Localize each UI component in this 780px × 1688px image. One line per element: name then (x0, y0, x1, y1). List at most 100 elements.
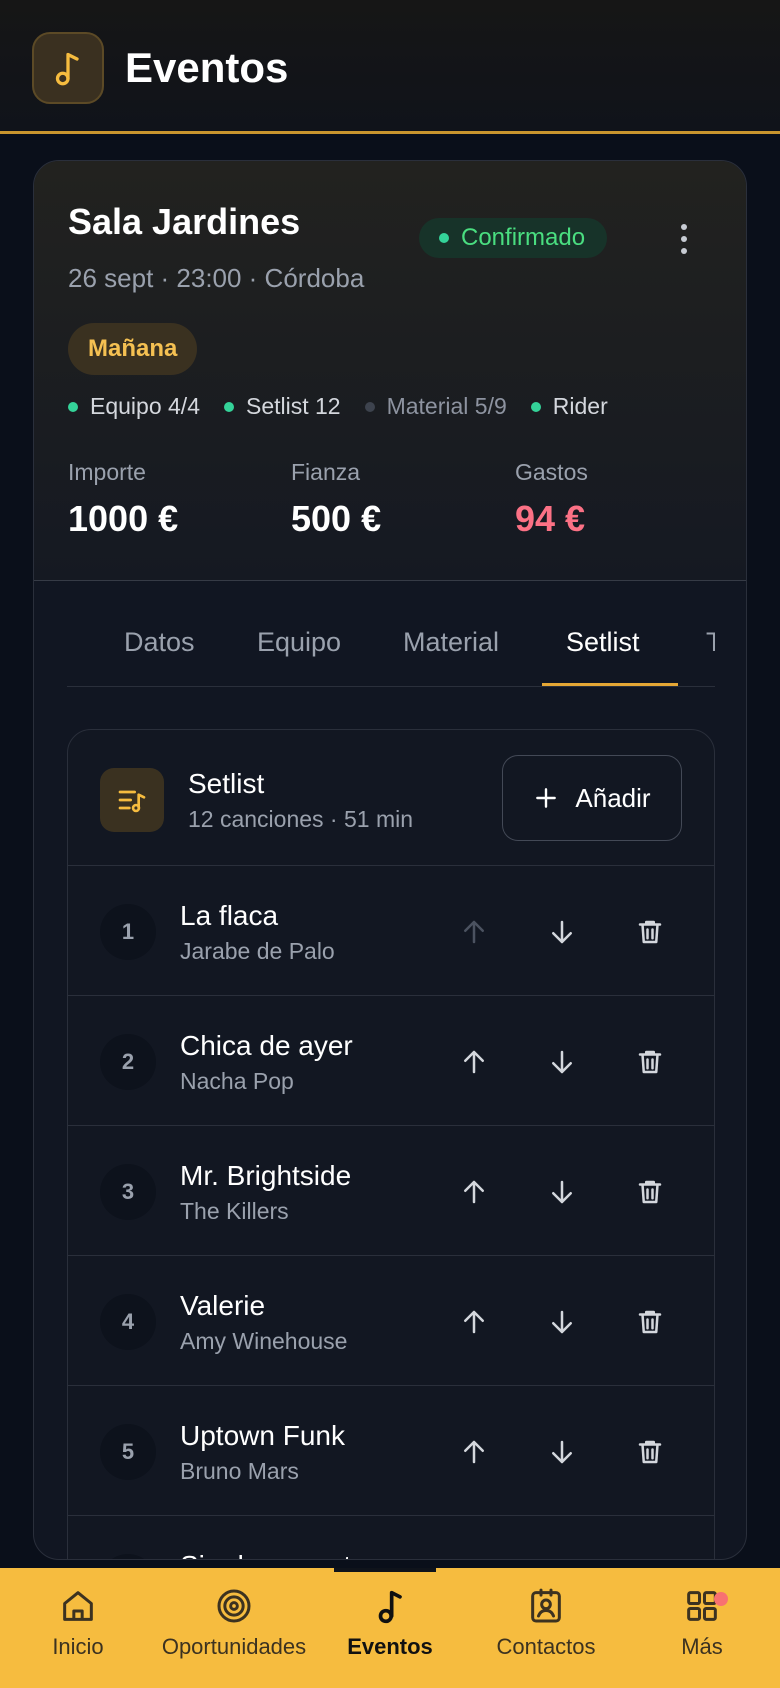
move-up-icon[interactable] (450, 908, 498, 956)
stat-label: Fianza (291, 459, 361, 485)
song-title: Sin document (180, 1550, 351, 1559)
tab-equipo[interactable]: Equipo (257, 627, 341, 658)
playlist-icon (100, 768, 164, 832)
plus-icon (536, 788, 557, 808)
app-header: Eventos (0, 0, 780, 134)
tab-tecnico[interactable]: Téc (706, 627, 715, 658)
nav-item-inicio[interactable]: Inicio (0, 1586, 156, 1676)
stat-label: Gastos (515, 459, 588, 485)
setlist-card: Setlist 12 canciones · 51 min Añadir 1 La… (67, 729, 715, 1559)
stat-value: 94 € (515, 498, 586, 539)
move-down-icon[interactable] (538, 1558, 586, 1559)
trash-icon[interactable] (626, 1558, 674, 1559)
song-title: Mr. Brightside (180, 1160, 352, 1191)
song-number: 1 (100, 904, 156, 960)
move-down-icon[interactable] (538, 1428, 586, 1476)
song-number: 3 (100, 1164, 156, 1220)
progress-label: Setlist 12 (245, 393, 341, 419)
stat-value: 1000 € (68, 498, 179, 539)
event-meta: 26 sept · 23:00 · Córdoba (68, 263, 365, 293)
page-title: Eventos (125, 44, 289, 91)
song-number: 6 (100, 1554, 156, 1559)
song-row: 1 La flaca Jarabe de Palo (68, 866, 714, 996)
song-title: Valerie (180, 1290, 266, 1321)
nav-item-eventos[interactable]: Eventos (312, 1586, 468, 1676)
stat-fianza: Fianza 500 € (291, 459, 381, 540)
music-note-icon (378, 1590, 402, 1624)
song-row: 4 Valerie Amy Winehouse (68, 1256, 714, 1386)
move-up-icon[interactable] (450, 1558, 498, 1559)
bottom-nav: Inicio Oportunidades Eventos Contactos M… (0, 1568, 780, 1688)
song-number: 2 (100, 1034, 156, 1090)
grid-icon (687, 1591, 717, 1621)
progress-item-rider: Rider (530, 393, 608, 420)
nav-label: Contactos (496, 1634, 596, 1659)
setlist-subtitle: 12 canciones · 51 min (188, 806, 414, 832)
target-icon (217, 1589, 251, 1623)
song-number: 4 (100, 1294, 156, 1350)
nav-item-mas[interactable]: Más (624, 1586, 780, 1676)
song-title: Chica de ayer (180, 1030, 353, 1061)
progress-item-material: Material 5/9 (364, 393, 507, 420)
trash-icon[interactable] (626, 1428, 674, 1476)
nav-label: Inicio (52, 1634, 104, 1659)
song-row: 5 Uptown Funk Bruno Mars (68, 1386, 714, 1516)
nav-active-indicator (334, 1568, 436, 1572)
progress-label: Equipo 4/4 (90, 393, 200, 419)
trash-icon[interactable] (626, 1298, 674, 1346)
tab-setlist[interactable]: Setlist (566, 627, 640, 658)
song-title: La flaca (180, 900, 279, 931)
song-artist: Nacha Pop (180, 1068, 294, 1094)
song-artist: Bruno Mars (180, 1458, 299, 1484)
add-song-button[interactable]: Añadir (502, 755, 682, 841)
progress-indicators: Equipo 4/4 Setlist 12 Material 5/9 Rider (68, 393, 608, 420)
trash-icon[interactable] (626, 908, 674, 956)
song-title: Uptown Funk (180, 1420, 345, 1451)
nav-item-oportunidades[interactable]: Oportunidades (156, 1586, 312, 1676)
move-down-icon[interactable] (538, 908, 586, 956)
tab-material[interactable]: Material (403, 627, 499, 658)
trash-icon[interactable] (626, 1038, 674, 1086)
nav-item-contactos[interactable]: Contactos (468, 1586, 624, 1676)
progress-label: Rider (552, 393, 608, 419)
move-down-icon[interactable] (538, 1168, 586, 1216)
move-up-icon[interactable] (450, 1168, 498, 1216)
event-card: Sala Jardines 26 sept · 23:00 · Córdoba … (33, 160, 747, 1560)
progress-item-equipo: Equipo 4/4 (68, 393, 200, 420)
move-up-icon[interactable] (450, 1428, 498, 1476)
move-up-icon[interactable] (450, 1298, 498, 1346)
done-dot (223, 401, 234, 412)
done-dot (68, 401, 78, 412)
music-note-icon (32, 32, 104, 104)
setlist-title: Setlist (188, 768, 265, 799)
stat-gastos: Gastos 94 € (515, 459, 588, 540)
tab-datos[interactable]: Datos (124, 627, 195, 658)
event-name: Sala Jardines (68, 201, 301, 242)
song-artist: The Killers (180, 1198, 289, 1224)
stat-importe: Importe 1000 € (68, 459, 178, 540)
trash-icon[interactable] (626, 1168, 674, 1216)
when-chip: Mañana (68, 323, 198, 375)
add-song-label: Añadir (575, 782, 651, 813)
song-row: 2 Chica de ayer Nacha Pop (68, 996, 714, 1126)
progress-item-setlist: Setlist 12 (223, 393, 341, 420)
nav-label: Oportunidades (161, 1634, 307, 1659)
setlist-header: Setlist 12 canciones · 51 min Añadir (68, 730, 714, 866)
song-artist: Jarabe de Palo (180, 938, 335, 964)
nav-label: Más (681, 1634, 723, 1659)
status-label: Confirmado (461, 224, 586, 251)
move-down-icon[interactable] (538, 1298, 586, 1346)
notification-badge (714, 1592, 728, 1606)
song-number: 5 (100, 1424, 156, 1480)
active-tab-indicator (542, 683, 678, 686)
tab-bar: Datos Equipo Material Setlist Téc (67, 579, 715, 687)
more-options-icon[interactable] (664, 219, 704, 259)
move-up-icon[interactable] (450, 1038, 498, 1086)
home-icon (63, 1591, 93, 1621)
stat-label: Importe (68, 459, 146, 485)
event-summary: Sala Jardines 26 sept · 23:00 · Córdoba … (34, 161, 746, 581)
song-row: 6 Sin document (68, 1516, 714, 1559)
move-down-icon[interactable] (538, 1038, 586, 1086)
done-dot (530, 401, 541, 412)
status-dot (439, 233, 449, 243)
